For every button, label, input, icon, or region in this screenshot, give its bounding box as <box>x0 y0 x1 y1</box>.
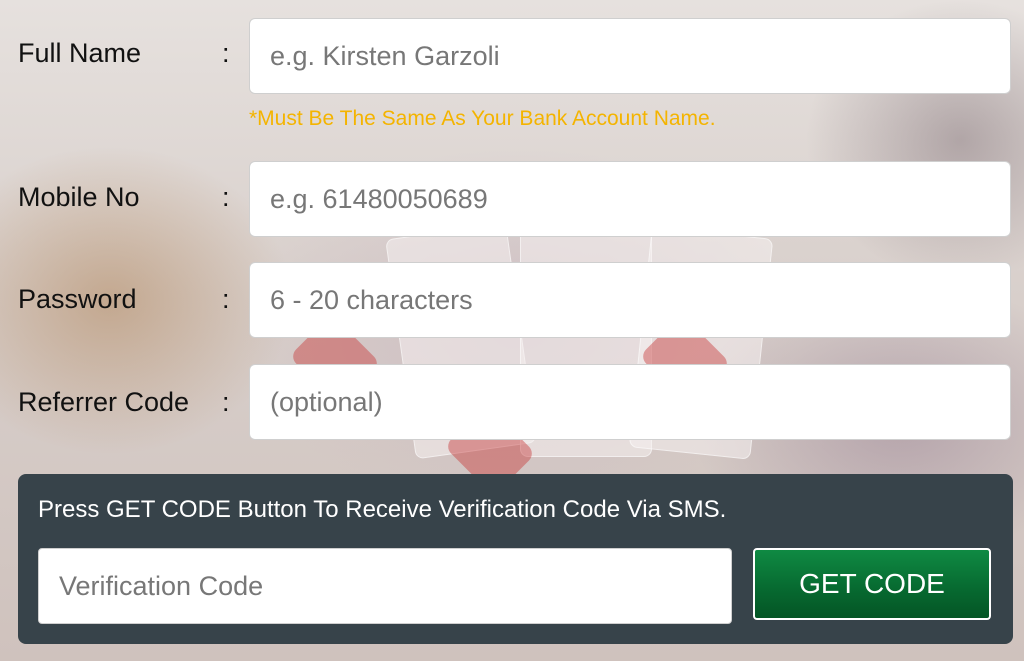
verification-panel: Press GET CODE Button To Receive Verific… <box>18 474 1013 644</box>
verification-code-input[interactable] <box>38 548 732 624</box>
password-row: Password : <box>0 243 1024 343</box>
mobile-label: Mobile No <box>18 182 140 212</box>
mobile-colon: : <box>222 182 230 212</box>
referrer-row: Referrer Code : <box>0 345 1024 445</box>
full-name-hint: *Must Be The Same As Your Bank Account N… <box>249 107 716 130</box>
get-code-button[interactable]: GET CODE <box>753 548 991 620</box>
referrer-colon: : <box>222 387 230 417</box>
full-name-label: Full Name <box>18 38 142 68</box>
full-name-colon: : <box>222 38 230 68</box>
password-input[interactable] <box>249 262 1011 338</box>
password-colon: : <box>222 284 230 314</box>
full-name-row: Full Name : *Must Be The Same As Your Ba… <box>0 0 1024 140</box>
password-label: Password <box>18 284 137 314</box>
mobile-row: Mobile No : <box>0 140 1024 240</box>
verification-instruction: Press GET CODE Button To Receive Verific… <box>38 496 727 523</box>
full-name-input[interactable] <box>249 18 1011 94</box>
referrer-input[interactable] <box>249 364 1011 440</box>
referrer-label: Referrer Code <box>18 387 190 417</box>
mobile-input[interactable] <box>249 161 1011 237</box>
